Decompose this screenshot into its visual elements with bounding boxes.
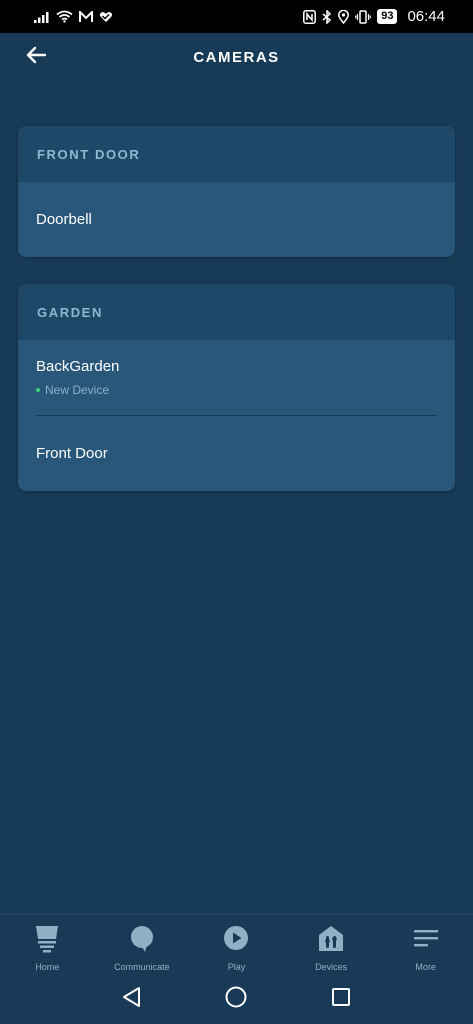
back-arrow-icon — [25, 46, 47, 69]
camera-item-front-door[interactable]: Front Door — [18, 416, 455, 491]
speech-bubble-icon — [129, 925, 155, 958]
nav-play[interactable]: Play — [189, 915, 283, 972]
group-title: GARDEN — [18, 284, 455, 340]
group-title: FRONT DOOR — [18, 126, 455, 182]
home-icon — [34, 925, 60, 958]
camera-group-front-door: FRONT DOOR Doorbell — [18, 126, 455, 257]
system-recents-button[interactable] — [327, 985, 355, 1013]
nav-label: Play — [227, 962, 246, 972]
vibrate-icon — [355, 9, 372, 24]
nav-more[interactable]: More — [379, 915, 473, 972]
camera-item-doorbell[interactable]: Doorbell — [18, 182, 455, 257]
nfc-icon — [303, 9, 317, 24]
system-back-button[interactable] — [118, 985, 146, 1013]
camera-name: Front Door — [36, 445, 108, 462]
nav-devices[interactable]: Devices — [284, 915, 378, 972]
nav-home[interactable]: Home — [0, 915, 94, 972]
bottom-nav: Home Communicate Play Devices More — [0, 914, 473, 975]
location-icon — [338, 9, 350, 24]
status-dot-icon — [36, 388, 40, 392]
menu-lines-icon — [413, 925, 439, 958]
triangle-back-icon — [122, 986, 142, 1013]
battery-indicator: 93 — [377, 9, 398, 24]
device-status-label: New Device — [45, 383, 110, 397]
status-left — [34, 10, 113, 23]
nav-label: More — [415, 962, 436, 972]
mail-m-icon — [79, 10, 93, 23]
nav-label: Home — [35, 962, 60, 972]
device-status: New Device — [36, 383, 437, 397]
wifi-icon — [56, 10, 73, 23]
nav-communicate[interactable]: Communicate — [95, 915, 189, 972]
signal-icon — [34, 11, 50, 23]
clock: 06:44 — [407, 8, 445, 25]
nav-label: Devices — [315, 962, 348, 972]
camera-item-backgarden[interactable]: BackGarden New Device — [18, 340, 455, 415]
system-home-button[interactable] — [222, 985, 250, 1013]
status-bar: 93 06:44 — [0, 0, 473, 33]
play-icon — [223, 925, 249, 958]
nav-label: Communicate — [114, 962, 170, 972]
camera-name: Doorbell — [36, 211, 92, 228]
camera-name: BackGarden — [36, 358, 120, 375]
devices-house-icon — [318, 925, 344, 958]
bluetooth-icon — [322, 9, 332, 24]
system-nav-bar — [0, 974, 473, 1024]
heart-app-icon — [99, 11, 113, 23]
page-title: CAMERAS — [193, 48, 280, 66]
back-button[interactable] — [22, 45, 50, 69]
app-header: CAMERAS — [0, 33, 473, 81]
camera-group-garden: GARDEN BackGarden New Device Front Door — [18, 284, 455, 491]
square-recents-icon — [331, 987, 351, 1012]
circle-home-icon — [225, 986, 247, 1013]
status-right: 93 06:44 — [303, 8, 445, 25]
